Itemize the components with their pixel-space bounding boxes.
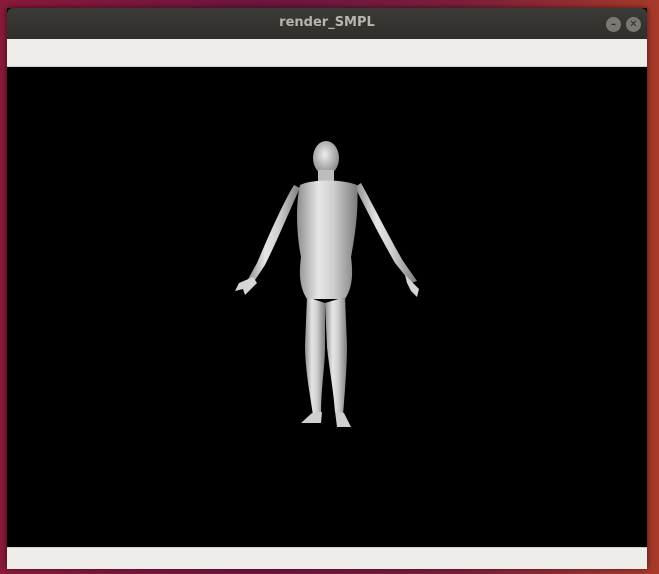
menu-bar xyxy=(7,39,647,67)
app-window: render_SMPL – ✕ xyxy=(7,8,647,569)
body-mesh-render xyxy=(235,141,419,427)
minimize-icon[interactable]: – xyxy=(606,17,621,32)
human-body-mesh xyxy=(235,141,419,427)
close-icon[interactable]: ✕ xyxy=(626,17,641,32)
window-title: render_SMPL xyxy=(279,15,375,30)
title-bar[interactable]: render_SMPL – ✕ xyxy=(7,8,647,39)
status-bar xyxy=(7,547,647,569)
render-viewport[interactable] xyxy=(7,67,647,547)
